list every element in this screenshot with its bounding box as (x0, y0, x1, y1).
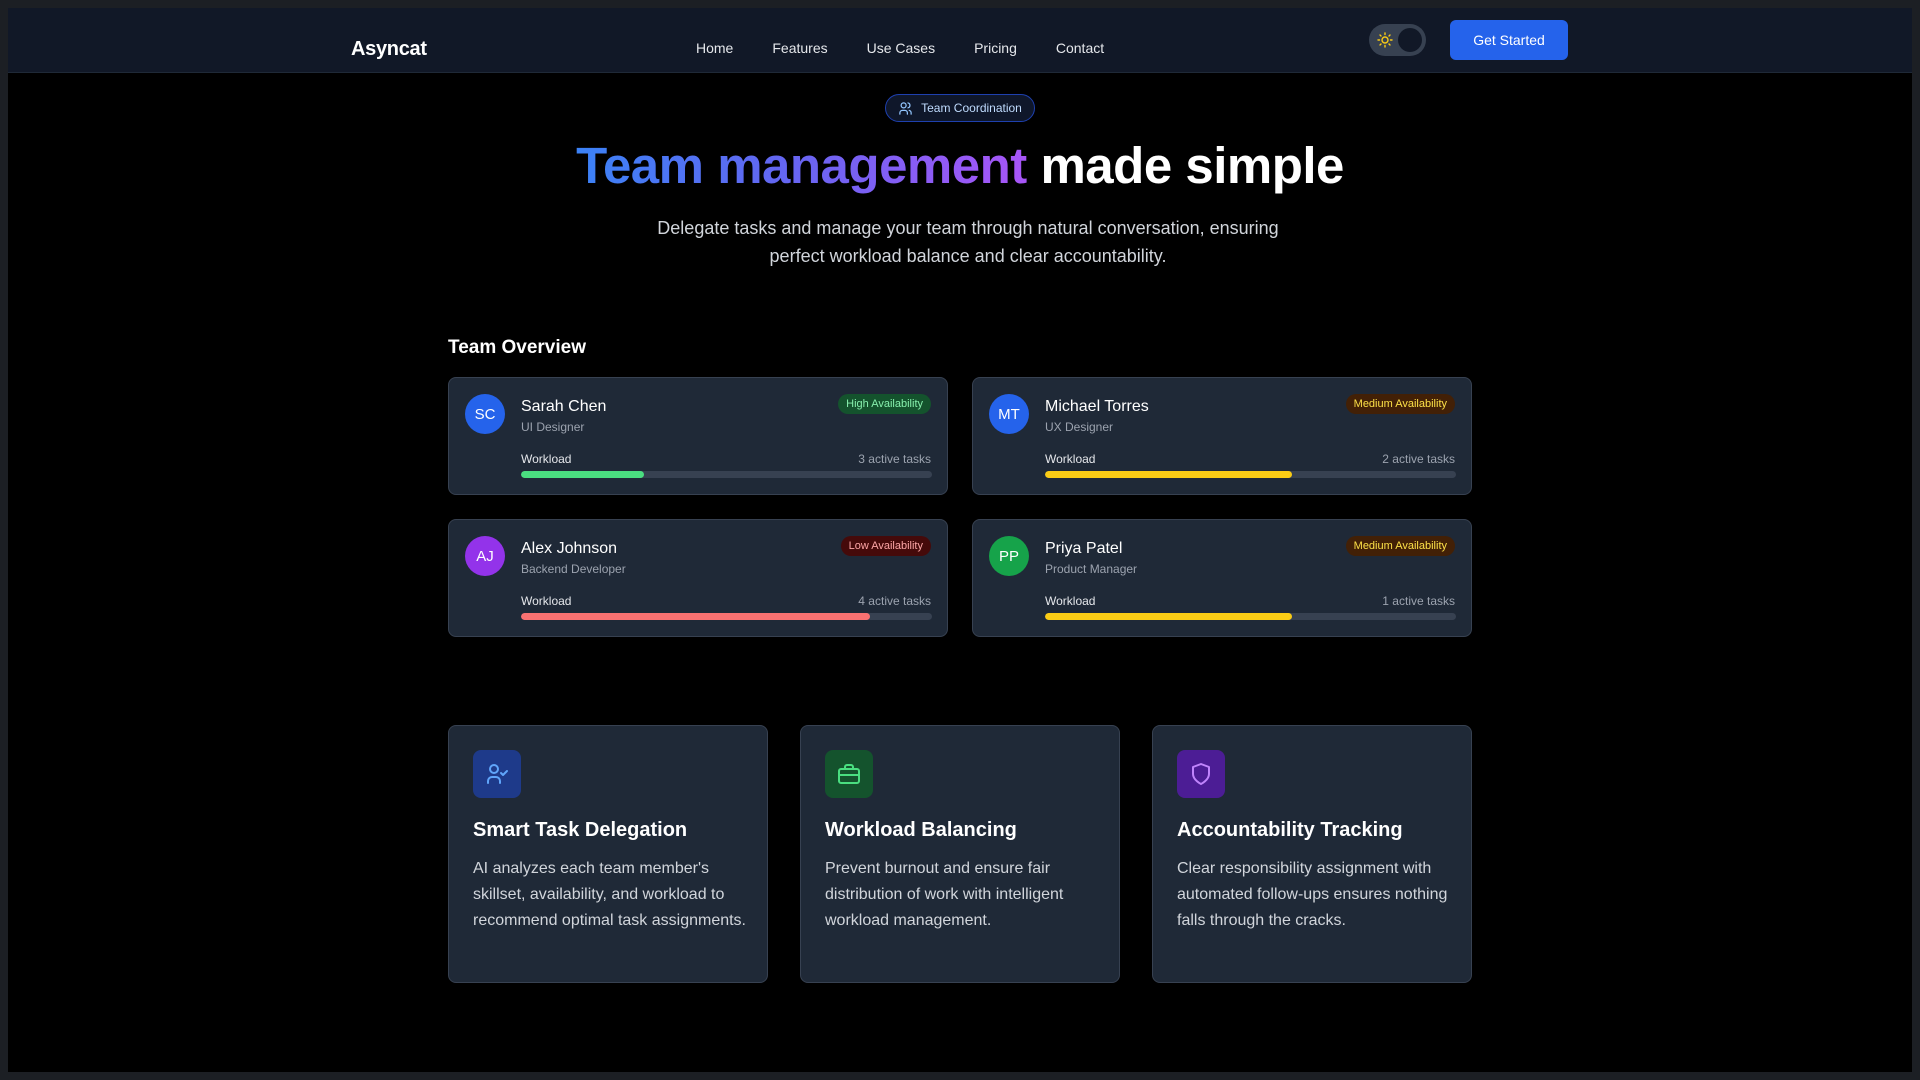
active-tasks-count: 1 active tasks (1382, 594, 1455, 608)
feature-title: Smart Task Delegation (473, 819, 688, 841)
feature-icon-tile (825, 750, 873, 798)
feature-title: Workload Balancing (825, 819, 1017, 841)
toggle-knob (1398, 28, 1422, 52)
workload-bar-fill (1045, 471, 1292, 478)
team-member-card[interactable]: MT Michael Torres UX Designer Medium Availa… (972, 377, 1472, 495)
workload-label: Workload (1045, 452, 1096, 466)
active-tasks-count: 3 active tasks (858, 452, 931, 466)
theme-toggle[interactable] (1369, 24, 1426, 56)
nav-link-use-cases[interactable]: Use Cases (867, 40, 935, 56)
availability-badge: Medium Availability (1345, 394, 1455, 414)
sun-icon (1377, 32, 1393, 48)
active-tasks-count: 2 active tasks (1382, 452, 1455, 466)
users-icon (899, 101, 912, 115)
member-role: UI Designer (521, 420, 585, 434)
top-nav: Asyncat Home Features Use Cases Pricing … (8, 8, 1912, 73)
briefcase-icon (838, 764, 860, 784)
member-role: UX Designer (1045, 420, 1114, 434)
category-pill: Team Coordination (885, 94, 1035, 122)
workload-bar-fill (521, 471, 645, 478)
feature-icon-tile (473, 750, 521, 798)
avatar: AJ (465, 536, 505, 576)
feature-description: Clear responsibility assignment with aut… (1177, 860, 1448, 929)
feature-description: AI analyzes each team member's skillset,… (473, 860, 746, 929)
workload-label: Workload (521, 452, 572, 466)
availability-badge: Low Availability (840, 536, 931, 556)
feature-description: Prevent burnout and ensure fair distribu… (825, 860, 1064, 929)
nav-links: Home Features Use Cases Pricing Contact (696, 40, 1143, 56)
workload-bar (521, 613, 932, 620)
get-started-button[interactable]: Get Started (1450, 20, 1568, 60)
workload-bar-fill (521, 613, 871, 620)
hero-subtitle: Delegate tasks and manage your team thro… (657, 218, 1279, 266)
member-name: Sarah Chen (521, 398, 607, 415)
avatar: PP (989, 536, 1029, 576)
feature-card-smart-task-delegation: Smart Task Delegation AI analyzes each t… (448, 725, 768, 983)
feature-title: Accountability Tracking (1177, 819, 1403, 841)
member-role: Backend Developer (521, 562, 626, 576)
availability-badge: Medium Availability (1345, 536, 1455, 556)
member-role: Product Manager (1045, 562, 1138, 576)
avatar: MT (989, 394, 1029, 434)
nav-link-contact[interactable]: Contact (1056, 40, 1104, 56)
app-frame: Asyncat Home Features Use Cases Pricing … (8, 8, 1912, 1072)
nav-link-home[interactable]: Home (696, 40, 733, 56)
member-name: Alex Johnson (521, 540, 618, 557)
team-overview-title: Team Overview (448, 337, 587, 358)
member-name: Priya Patel (1045, 540, 1123, 557)
workload-label: Workload (1045, 594, 1096, 608)
member-name: Michael Torres (1045, 398, 1149, 415)
shield-icon (1192, 763, 1210, 785)
feature-card-accountability-tracking: Accountability Tracking Clear responsibi… (1152, 725, 1472, 983)
category-pill-label: Team Coordination (921, 101, 1022, 115)
team-member-card[interactable]: AJ Alex Johnson Backend Developer Low Avail… (448, 519, 948, 637)
workload-label: Workload (521, 594, 572, 608)
feature-card-workload-balancing: Workload Balancing Prevent burnout and e… (800, 725, 1120, 983)
availability-badge: High Availability (838, 394, 931, 414)
active-tasks-count: 4 active tasks (858, 594, 931, 608)
hero-title-highlight: Team management (576, 137, 1027, 194)
nav-link-features[interactable]: Features (772, 40, 827, 56)
workload-bar (1045, 471, 1456, 478)
hero-title-rest: made simple (1026, 137, 1344, 194)
nav-link-pricing[interactable]: Pricing (974, 40, 1017, 56)
workload-bar (521, 471, 932, 478)
workload-bar-fill (1045, 613, 1292, 620)
logo[interactable]: Asyncat (351, 38, 427, 61)
team-member-card[interactable]: PP Priya Patel Product Manager Medium Avail… (972, 519, 1472, 637)
avatar: SC (465, 394, 505, 434)
feature-icon-tile (1177, 750, 1225, 798)
user-check-icon (487, 764, 508, 784)
team-member-card[interactable]: SC Sarah Chen UI Designer High Availability… (448, 377, 948, 495)
workload-bar (1045, 613, 1456, 620)
hero-title: Team management made simple (8, 136, 1912, 195)
